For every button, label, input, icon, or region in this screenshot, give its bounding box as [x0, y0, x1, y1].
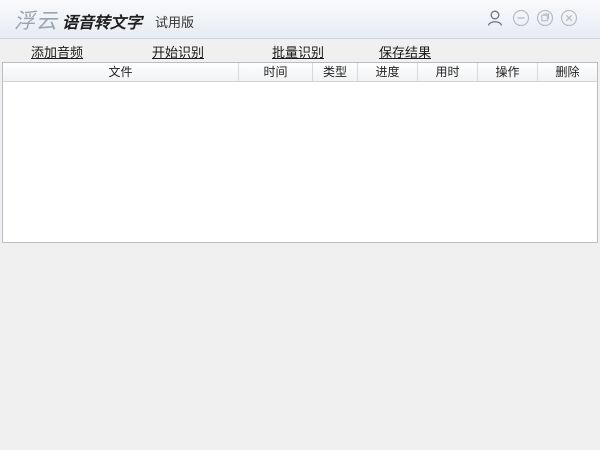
- column-header-action[interactable]: 操作: [478, 63, 538, 81]
- title-bar: 浮云 语音转文字 试用版: [0, 0, 600, 39]
- save-results-button[interactable]: 保存结果: [379, 42, 431, 61]
- table-body[interactable]: [3, 82, 597, 242]
- column-header-time[interactable]: 时间: [239, 63, 313, 81]
- app-name: 语音转文字: [62, 13, 143, 32]
- table-header: 文件 时间 类型 进度 用时 操作 删除: [3, 63, 597, 82]
- column-header-type[interactable]: 类型: [313, 63, 358, 81]
- brand-logo-text: 浮云: [14, 9, 58, 33]
- minimize-icon[interactable]: [512, 9, 530, 27]
- add-audio-button[interactable]: 添加音频: [31, 42, 83, 61]
- column-header-file[interactable]: 文件: [3, 63, 239, 81]
- result-panel: [0, 243, 600, 450]
- menu-bar: 添加音频 开始识别 批量识别 保存结果: [0, 39, 600, 62]
- column-header-progress[interactable]: 进度: [358, 63, 418, 81]
- batch-recognition-button[interactable]: 批量识别: [272, 42, 324, 61]
- user-icon[interactable]: [486, 9, 504, 27]
- restore-icon[interactable]: [536, 9, 554, 27]
- start-recognition-button[interactable]: 开始识别: [152, 42, 204, 61]
- close-icon[interactable]: [560, 9, 578, 27]
- column-header-delete[interactable]: 删除: [538, 63, 597, 81]
- column-header-duration[interactable]: 用时: [418, 63, 478, 81]
- file-table[interactable]: 文件 时间 类型 进度 用时 操作 删除: [2, 62, 598, 243]
- edition-label: 试用版: [155, 16, 195, 31]
